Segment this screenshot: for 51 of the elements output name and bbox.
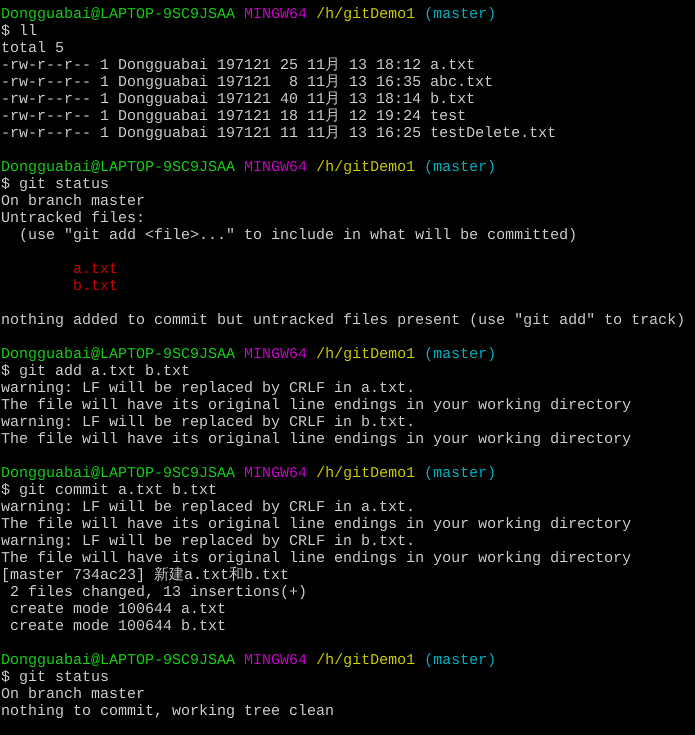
output-line: On branch master [1, 686, 146, 703]
prompt-user-host: Dongguabai@LAPTOP-9SC9JSAA [1, 465, 236, 482]
output-line: The file will have its original line endings in your working directory [1, 397, 632, 414]
prompt-branch: (master) [424, 159, 496, 176]
output-line: 2 files changed, 13 insertions(+) [9, 584, 308, 601]
output-line: create mode 100644 a.txt [9, 601, 226, 618]
prompt-system: MINGW64 [244, 346, 308, 363]
output-line: total 5 [1, 40, 64, 57]
output-line: -rw-r--r-- 1 Dongguabai 197121 11 11月 13 16:25 testDelete.txt [1, 125, 556, 142]
output-line: warning: LF will be replaced by CRLF in b.txt. [1, 414, 416, 431]
prompt-branch: (master) [424, 465, 496, 482]
prompt-path: /h/gitDemo1 [316, 652, 416, 669]
output-line: -rw-r--r-- 1 Dongguabai 197121 40 11月 13 18:14 b.txt [1, 91, 476, 108]
prompt-branch: (master) [424, 652, 496, 669]
output-line: create mode 100644 b.txt [9, 618, 226, 635]
output-line: Untracked files: [1, 210, 146, 227]
prompt-user-host: Dongguabai@LAPTOP-9SC9JSAA [1, 346, 236, 363]
command-line: $ ll [1, 23, 38, 40]
untracked-file: a.txt [73, 261, 118, 278]
output-line: warning: LF will be replaced by CRLF in b.txt. [1, 533, 416, 550]
output-line: -rw-r--r-- 1 Dongguabai 197121 8 11月 13 16:35 abc.txt [1, 74, 494, 91]
prompt-branch: (master) [424, 6, 496, 23]
untracked-file: b.txt [73, 278, 118, 295]
prompt-system: MINGW64 [244, 6, 308, 23]
output-line: nothing added to commit but untracked files present (use "git add" to track) [1, 312, 686, 329]
output-line: On branch master [1, 193, 146, 210]
prompt-path: /h/gitDemo1 [316, 346, 416, 363]
prompt-user-host: Dongguabai@LAPTOP-9SC9JSAA [1, 6, 236, 23]
command-line: $ git status [1, 669, 110, 686]
prompt-user-host: Dongguabai@LAPTOP-9SC9JSAA [1, 652, 236, 669]
output-line: -rw-r--r-- 1 Dongguabai 197121 18 11月 12 19:24 test [1, 108, 466, 125]
output-line: The file will have its original line endings in your working directory [1, 431, 632, 448]
prompt-path: /h/gitDemo1 [316, 465, 416, 482]
output-line: warning: LF will be replaced by CRLF in a.txt. [1, 380, 416, 397]
output-line: -rw-r--r-- 1 Dongguabai 197121 25 11月 13 18:12 a.txt [1, 57, 476, 74]
prompt-path: /h/gitDemo1 [316, 159, 416, 176]
prompt-branch: (master) [424, 346, 496, 363]
prompt-system: MINGW64 [244, 159, 308, 176]
output-line: nothing to commit, working tree clean [1, 703, 334, 720]
command-line: $ git commit a.txt b.txt [1, 482, 218, 499]
prompt-system: MINGW64 [244, 652, 308, 669]
command-line: $ git add a.txt b.txt [1, 363, 190, 380]
output-line: The file will have its original line endings in your working directory [1, 550, 632, 567]
output-line: warning: LF will be replaced by CRLF in a.txt. [1, 499, 416, 516]
prompt-system: MINGW64 [244, 465, 308, 482]
output-line: [master 734ac23] 新建a.txt和b.txt [1, 567, 290, 584]
prompt-user-host: Dongguabai@LAPTOP-9SC9JSAA [1, 159, 236, 176]
output-line: The file will have its original line endings in your working directory [1, 516, 632, 533]
command-line: $ git status [1, 176, 110, 193]
prompt-path: /h/gitDemo1 [316, 6, 416, 23]
output-line: (use "git add <file>..." to include in what will be committed) [18, 227, 578, 244]
